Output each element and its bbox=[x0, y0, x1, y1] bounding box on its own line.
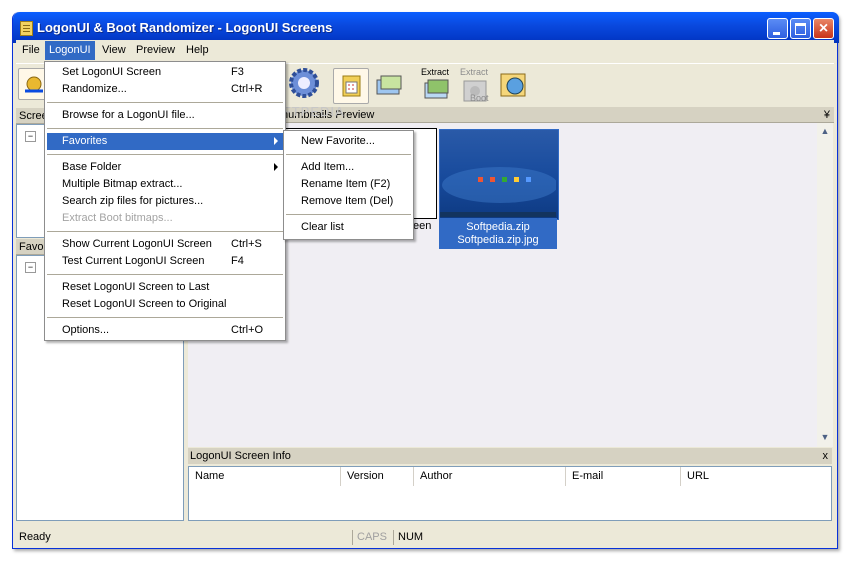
submenu-clear-list[interactable]: Clear list bbox=[286, 219, 411, 236]
calendar-tool-button[interactable] bbox=[333, 68, 369, 104]
menu-item-reset-original[interactable]: Reset LogonUI Screen to Original bbox=[47, 296, 283, 313]
menu-item-show-current[interactable]: Show Current LogonUI Screen Ctrl+S bbox=[47, 236, 283, 253]
menu-item-search-zip[interactable]: Search zip files for pictures... bbox=[47, 193, 283, 210]
submenu-arrow-icon bbox=[274, 137, 278, 145]
menu-item-set-screen[interactable]: Set LogonUI Screen F3 bbox=[47, 64, 283, 81]
favorites-submenu: New Favorite... Add Item... Rename Item … bbox=[283, 130, 414, 240]
maximize-button[interactable] bbox=[790, 18, 811, 39]
info-close-icon[interactable]: x bbox=[823, 448, 829, 464]
thumbnail-2-name: Softpedia.zip bbox=[466, 221, 530, 233]
menu-logonui[interactable]: LogonUI bbox=[45, 41, 95, 60]
tree-expand-toggle[interactable]: − bbox=[25, 131, 36, 142]
menu-separator bbox=[47, 154, 283, 155]
menu-item-test-current[interactable]: Test Current LogonUI Screen F4 bbox=[47, 253, 283, 270]
globe-pictures-icon[interactable] bbox=[497, 68, 531, 102]
menu-separator bbox=[47, 128, 283, 129]
settings-gear-icon[interactable] bbox=[286, 66, 320, 100]
extract-boot-button[interactable]: Extract Boot bbox=[458, 64, 494, 106]
info-header-label: LogonUI Screen Info bbox=[190, 450, 291, 462]
pictures-icon[interactable] bbox=[371, 68, 405, 102]
submenu-new-favorite[interactable]: New Favorite... bbox=[286, 133, 411, 150]
menu-separator bbox=[47, 231, 283, 232]
menu-help[interactable]: Help bbox=[186, 44, 209, 56]
col-version[interactable]: Version bbox=[341, 467, 414, 486]
menu-separator bbox=[47, 274, 283, 275]
calendar-icon bbox=[342, 75, 361, 97]
menu-item-options[interactable]: Options... Ctrl+O bbox=[47, 322, 283, 339]
menu-separator bbox=[286, 214, 411, 215]
menu-item-favorites[interactable]: Favorites bbox=[47, 133, 283, 150]
title-bar[interactable]: LogonUI & Boot Randomizer - LogonUI Scre… bbox=[13, 12, 839, 43]
submenu-add-item[interactable]: Add Item... bbox=[286, 159, 411, 176]
status-bar: Ready CAPS NUM bbox=[15, 527, 835, 547]
minimize-button[interactable] bbox=[767, 18, 788, 39]
caps-indicator: CAPS bbox=[352, 530, 390, 545]
window-title: LogonUI & Boot Randomizer - LogonUI Scre… bbox=[37, 20, 333, 35]
info-header: LogonUI Screen Info x bbox=[188, 448, 832, 464]
submenu-rename-item[interactable]: Rename Item (F2) bbox=[286, 176, 411, 193]
app-icon bbox=[20, 21, 33, 36]
scroll-down-icon[interactable]: ▼ bbox=[817, 429, 833, 445]
status-text: Ready bbox=[19, 531, 51, 543]
menu-separator bbox=[47, 317, 283, 318]
close-button[interactable]: × bbox=[813, 18, 834, 39]
menu-item-multiple-extract[interactable]: Multiple Bitmap extract... bbox=[47, 176, 283, 193]
thumbnail-2-file: Softpedia.zip.jpg bbox=[457, 234, 539, 246]
extract-boot-label-2: Boot bbox=[470, 93, 489, 103]
submenu-arrow-icon bbox=[274, 163, 278, 171]
logonui-menu: Set LogonUI Screen F3 Randomize... Ctrl+R … bbox=[44, 61, 286, 341]
menu-item-extract-boot: Extract Boot bitmaps... bbox=[62, 212, 173, 224]
col-email[interactable]: E-mail bbox=[566, 467, 681, 486]
windows-desktop-preview bbox=[440, 167, 558, 217]
thumbnail-2[interactable] bbox=[439, 129, 559, 220]
extract-button[interactable]: Extract bbox=[419, 64, 455, 106]
menu-item-base-folder[interactable]: Base Folder bbox=[47, 159, 283, 176]
submenu-remove-item[interactable]: Remove Item (Del) bbox=[286, 193, 411, 210]
favorites-expand-toggle[interactable]: − bbox=[25, 262, 36, 273]
num-indicator: NUM bbox=[393, 530, 431, 545]
menu-bar: File LogonUI View Preview Help bbox=[16, 40, 834, 61]
menu-separator bbox=[286, 154, 411, 155]
extract-boot-label: Extract bbox=[460, 67, 489, 77]
scroll-up-icon[interactable]: ▲ bbox=[817, 123, 833, 139]
menu-view[interactable]: View bbox=[102, 44, 126, 56]
extract-label: Extract bbox=[421, 67, 450, 77]
menu-item-browse[interactable]: Browse for a LogonUI file... bbox=[47, 107, 283, 124]
extract-icon bbox=[424, 79, 449, 99]
menu-item-randomize[interactable]: Randomize... Ctrl+R bbox=[47, 81, 283, 98]
info-list[interactable]: Name Version Author E-mail URL bbox=[188, 466, 832, 521]
thumbnail-1-caption: een bbox=[413, 220, 432, 232]
preview-close-icon[interactable]: ¥ bbox=[824, 107, 830, 123]
menu-item-reset-last[interactable]: Reset LogonUI Screen to Last bbox=[47, 279, 283, 296]
menu-preview[interactable]: Preview bbox=[136, 44, 175, 56]
menu-file[interactable]: File bbox=[22, 44, 40, 56]
preview-scrollbar[interactable]: ▲ ▼ bbox=[817, 123, 833, 447]
col-name[interactable]: Name bbox=[189, 467, 341, 486]
thumbnail-2-caption[interactable]: Softpedia.zip Softpedia.zip.jpg bbox=[439, 218, 557, 249]
col-url[interactable]: URL bbox=[681, 467, 831, 486]
col-author[interactable]: Author bbox=[414, 467, 566, 486]
menu-separator bbox=[47, 102, 283, 103]
